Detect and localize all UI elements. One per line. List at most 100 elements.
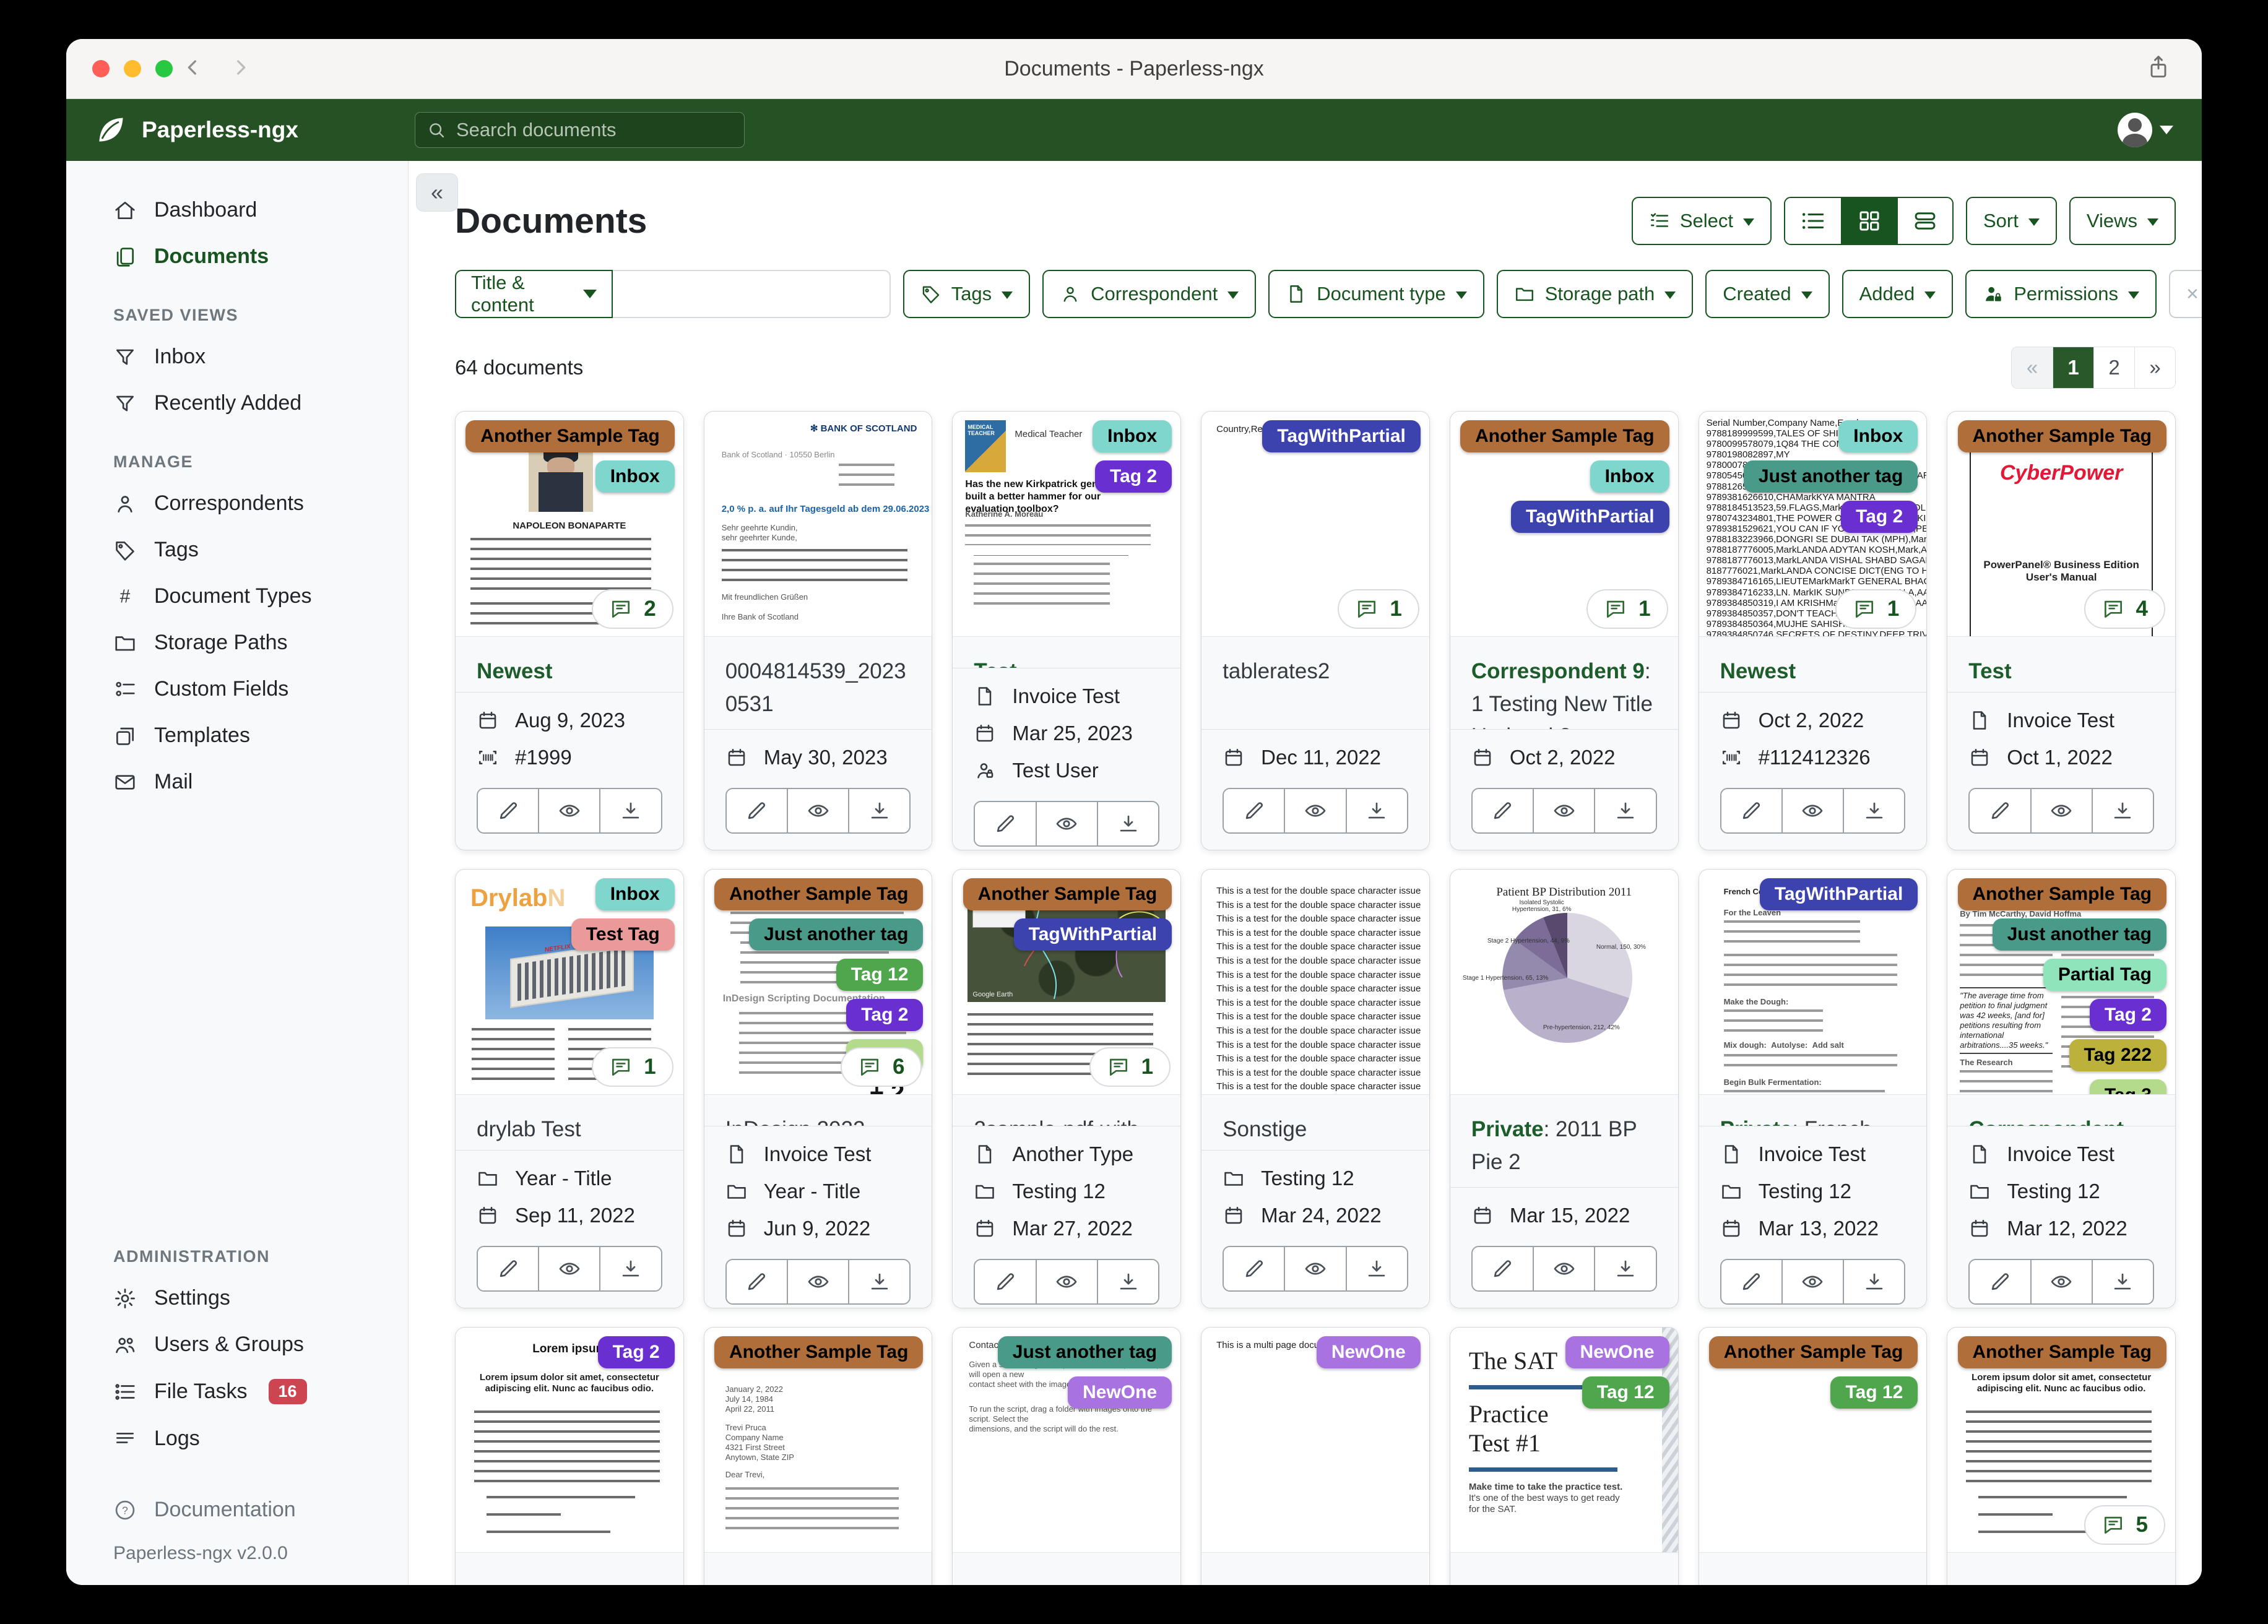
card-correspondent[interactable]: Correspondent 9 <box>1471 659 1645 683</box>
edit-document-button[interactable] <box>975 802 1036 845</box>
download-document-button[interactable] <box>848 1260 910 1303</box>
download-document-button[interactable] <box>1594 789 1656 832</box>
document-thumbnail[interactable]: Review ofof Arbitral ACertainty of Award… <box>1947 870 2175 1094</box>
document-title[interactable]: Private: 2011 BP Pie 2 <box>1450 1095 1678 1187</box>
document-title[interactable]: Test Correspondent 1: UM_PPBE_en_v29 <box>1947 637 2175 692</box>
comments-badge[interactable]: 2 <box>592 589 673 629</box>
tag-badge[interactable]: Inbox <box>1590 460 1669 493</box>
tag-badge[interactable]: Tag 2 <box>597 1336 675 1368</box>
page-button-1[interactable]: 1 <box>2053 347 2093 388</box>
edit-document-button[interactable] <box>1970 789 2030 832</box>
sidebar-item-logs[interactable]: Logs <box>66 1415 408 1462</box>
grid-view-button[interactable] <box>1841 198 1897 244</box>
tag-badge[interactable]: NewOne <box>1316 1336 1421 1368</box>
views-button[interactable]: Views <box>2069 197 2176 245</box>
edit-document-button[interactable] <box>1721 789 1781 832</box>
document-title[interactable] <box>1201 1553 1429 1585</box>
document-card[interactable]: Review ofof Arbitral ACertainty of Award… <box>1947 869 2176 1308</box>
document-title[interactable]: drylab Test <box>456 1095 683 1150</box>
card-correspondent[interactable]: Newest Correspondent <box>1720 659 1876 692</box>
collapse-sidebar-button[interactable]: « <box>416 173 458 212</box>
comments-badge[interactable]: 1 <box>1338 589 1419 629</box>
title-content-input[interactable] <box>613 270 891 318</box>
view-document-button[interactable] <box>1035 802 1097 845</box>
document-thumbnail[interactable]: DrylabN NETFLIX Inbox Test Tag 1 <box>456 870 683 1094</box>
document-thumbnail[interactable]: ✻ BANK OF SCOTLAND Bank of Scotland · 105… <box>704 412 932 636</box>
document-thumbnail[interactable]: Contact Sheet DemoGiven a set of image f… <box>953 1328 1181 1552</box>
tag-badge[interactable]: Tag 2 <box>1841 501 1918 533</box>
comments-badge[interactable]: 1 <box>1586 589 1668 629</box>
document-thumbnail[interactable]: Boundary Waters TripGoogle EarthAnother … <box>953 870 1181 1094</box>
edit-document-button[interactable] <box>975 1260 1036 1303</box>
edit-document-button[interactable] <box>478 789 539 832</box>
filter-storage-path-button[interactable]: Storage path <box>1496 270 1694 318</box>
edit-document-button[interactable] <box>1472 789 1533 832</box>
sidebar-item-mail[interactable]: Mail <box>66 759 408 805</box>
document-card[interactable]: Francja pod rzNAPOLEON BONAPARTEAnother … <box>455 411 684 850</box>
document-title[interactable] <box>1450 1553 1678 1585</box>
document-thumbnail[interactable]: CyberPower PowerPanel® Business Edition Us… <box>1947 412 2175 636</box>
document-card[interactable]: Patient BP Distribution 2011 Normal, 150,… <box>1449 869 1679 1308</box>
download-document-button[interactable] <box>1096 1260 1159 1303</box>
download-document-button[interactable] <box>1843 1260 1905 1303</box>
view-document-button[interactable] <box>1781 789 1843 832</box>
view-document-button[interactable] <box>786 1260 849 1303</box>
comments-badge[interactable]: 4 <box>2084 589 2165 629</box>
document-thumbnail[interactable]: Patient BP Distribution 2011 Normal, 150,… <box>1450 870 1678 1094</box>
close-window-button[interactable] <box>92 60 110 77</box>
document-card[interactable]: AdobInDesign Scripting DocumentationAnot… <box>703 869 933 1308</box>
comments-badge[interactable]: 1 <box>592 1047 673 1087</box>
forward-icon[interactable] <box>228 55 253 83</box>
filter-added-button[interactable]: Added <box>1842 270 1954 318</box>
zoom-window-button[interactable] <box>155 60 173 77</box>
card-correspondent[interactable]: Test Correspondent 1 <box>1968 659 2142 692</box>
document-card[interactable]: This is a testAnother Sample TagTag 12 <box>1698 1327 1928 1585</box>
document-card[interactable]: The SAT Practice Test #1 Make time to take … <box>1449 1327 1679 1585</box>
document-thumbnail[interactable]: MEDICAL TEACHER Medical Teacher Has the ne… <box>953 412 1181 636</box>
document-thumbnail[interactable]: The SAT Practice Test #1 Make time to take … <box>1450 1328 1678 1552</box>
tag-badge[interactable]: TagWithPartial <box>1511 501 1669 533</box>
tag-badge[interactable]: Another Sample Tag <box>465 420 675 452</box>
tag-badge[interactable]: Another Sample Tag <box>1708 1336 1918 1368</box>
document-thumbnail[interactable]: This is a testAnother Sample TagTag 12 <box>1699 1328 1927 1552</box>
page-button-»[interactable]: » <box>2134 347 2175 388</box>
document-thumbnail[interactable]: Lorem ipsumLorem ipsum dolor sit amet, c… <box>456 1328 683 1552</box>
tag-badge[interactable]: Inbox <box>595 878 675 910</box>
document-title[interactable]: Private: French Country Bread Revised.do… <box>1699 1095 1927 1126</box>
tag-badge[interactable]: Another Sample Tag <box>1957 420 2166 452</box>
document-title[interactable]: 0004814539_20230531 <box>704 637 932 729</box>
document-thumbnail[interactable]: AdobInDesign Scripting DocumentationAnot… <box>704 870 932 1094</box>
edit-document-button[interactable] <box>726 789 787 832</box>
sidebar-item-tags[interactable]: Tags <box>66 527 408 573</box>
filter-correspondent-button[interactable]: Correspondent <box>1042 270 1257 318</box>
tag-badge[interactable]: Another Sample Tag <box>1957 1336 2166 1368</box>
tag-badge[interactable]: Another Sample Tag <box>963 878 1172 910</box>
document-card[interactable]: MEDICAL TEACHER Medical Teacher Has the ne… <box>952 411 1182 850</box>
sidebar-item-documentation[interactable]: ? Documentation <box>66 1487 408 1533</box>
download-document-button[interactable] <box>599 1247 661 1290</box>
comments-badge[interactable]: 6 <box>840 1047 922 1087</box>
document-title[interactable]: tablerates2 <box>1201 637 1429 729</box>
document-title[interactable]: InDesign 2022 Scripting Read Me <box>704 1095 932 1126</box>
edit-document-button[interactable] <box>1224 789 1284 832</box>
download-document-button[interactable] <box>1594 1247 1656 1290</box>
back-icon[interactable] <box>181 55 206 83</box>
document-thumbnail[interactable]: Francja pod rzNAPOLEON BONAPARTEAnother … <box>456 412 683 636</box>
document-thumbnail[interactable]: one,1.0 five,5.0Another Sample TagInboxT… <box>1450 412 1678 636</box>
document-thumbnail[interactable]: Country,Region/State,"TagWithPartial1 <box>1201 412 1429 636</box>
tag-badge[interactable]: Tag 2 <box>2089 999 2166 1031</box>
download-document-button[interactable] <box>1096 802 1159 845</box>
card-correspondent[interactable]: Private <box>1720 1117 1793 1126</box>
document-card[interactable]: Contact Sheet DemoGiven a set of image f… <box>952 1327 1182 1585</box>
tag-badge[interactable]: Inbox <box>595 460 675 493</box>
download-document-button[interactable] <box>2091 1260 2153 1303</box>
tag-badge[interactable]: TagWithPartial <box>1262 420 1421 452</box>
brand[interactable]: Paperless-ngx <box>95 114 298 146</box>
document-thumbnail[interactable]: French Country BreadFor the LeavenMake t… <box>1699 870 1927 1094</box>
view-document-button[interactable] <box>1035 1260 1097 1303</box>
card-correspondent[interactable]: Test Correspondent 1 <box>974 659 1147 668</box>
comments-badge[interactable]: 1 <box>1089 1047 1171 1087</box>
document-card[interactable]: French Country BreadFor the LeavenMake t… <box>1698 869 1928 1308</box>
list-view-button[interactable] <box>1785 198 1841 244</box>
document-title[interactable] <box>1947 1553 2175 1585</box>
